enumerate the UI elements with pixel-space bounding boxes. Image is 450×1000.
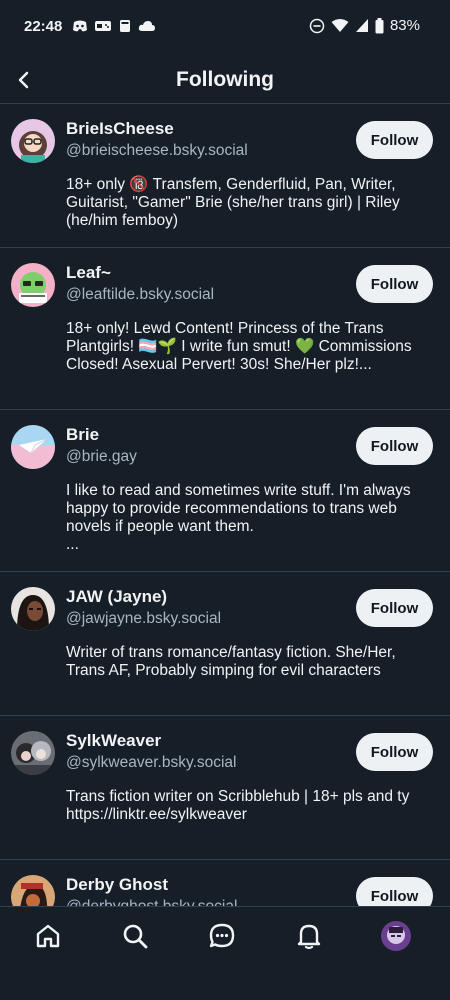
- follow-button[interactable]: Follow: [356, 121, 433, 159]
- controller-icon: [95, 21, 111, 31]
- page-title: Following: [176, 68, 274, 91]
- user-display-name[interactable]: Brie: [66, 425, 99, 445]
- follow-row[interactable]: SylkWeaver @sylkweaver.bsky.social Follo…: [0, 716, 450, 860]
- following-list: BrieIsCheese @brieischeese.bsky.social F…: [0, 104, 450, 906]
- status-system-icons: 83%: [309, 17, 420, 34]
- user-handle: @derbyghost.bsky.social: [66, 898, 237, 906]
- nav-home[interactable]: [33, 921, 63, 951]
- avatar[interactable]: [11, 731, 55, 775]
- cloud-icon: [138, 21, 155, 31]
- nav-chat[interactable]: [207, 921, 237, 951]
- chat-icon: [209, 923, 235, 948]
- user-display-name[interactable]: Derby Ghost: [66, 875, 168, 895]
- follow-button[interactable]: Follow: [356, 427, 433, 465]
- home-icon: [36, 924, 60, 948]
- user-bio: I like to read and sometimes write stuff…: [66, 482, 411, 553]
- dnd-icon: [309, 18, 325, 33]
- user-handle: @brieischeese.bsky.social: [66, 142, 248, 159]
- gesture-area: [0, 970, 450, 1000]
- profile-avatar[interactable]: [381, 921, 411, 951]
- book-icon: [120, 20, 130, 32]
- user-display-name[interactable]: BrieIsCheese: [66, 119, 174, 139]
- avatar[interactable]: [11, 119, 55, 163]
- follow-button[interactable]: Follow: [356, 265, 433, 303]
- avatar[interactable]: [11, 425, 55, 469]
- user-bio: 18+ only! Lewd Content! Princess of the …: [66, 320, 412, 373]
- follow-row[interactable]: Brie @brie.gay Follow I like to read and…: [0, 410, 450, 572]
- user-handle: @sylkweaver.bsky.social: [66, 754, 237, 771]
- user-display-name[interactable]: SylkWeaver: [66, 731, 161, 751]
- follow-row[interactable]: Leaf~ @leaftilde.bsky.social Follow 18+ …: [0, 248, 450, 410]
- user-display-name[interactable]: JAW (Jayne): [66, 587, 167, 607]
- user-handle: @brie.gay: [66, 448, 137, 465]
- status-notification-icons: [72, 19, 156, 33]
- user-bio: Writer of trans romance/fantasy fiction.…: [66, 644, 396, 679]
- follow-button[interactable]: Follow: [356, 733, 433, 771]
- follow-row[interactable]: JAW (Jayne) @jawjayne.bsky.social Follow…: [0, 572, 450, 716]
- battery-percentage: 83%: [389, 17, 420, 34]
- bottom-nav: [0, 906, 450, 970]
- avatar[interactable]: [11, 875, 55, 906]
- avatar[interactable]: [11, 587, 55, 631]
- battery-icon: [375, 17, 384, 33]
- user-handle: @leaftilde.bsky.social: [66, 286, 215, 303]
- user-bio: Trans fiction writer on Scribblehub | 18…: [66, 788, 410, 823]
- avatar[interactable]: [11, 263, 55, 307]
- follow-row[interactable]: Derby Ghost @derbyghost.bsky.social Foll…: [0, 860, 450, 906]
- follow-row[interactable]: BrieIsCheese @brieischeese.bsky.social F…: [0, 104, 450, 248]
- user-display-name[interactable]: Leaf~: [66, 263, 111, 283]
- user-handle: @jawjayne.bsky.social: [66, 610, 222, 627]
- nav-notifications[interactable]: [294, 921, 324, 951]
- notifications-icon: [297, 924, 321, 950]
- discord-icon: [73, 20, 87, 32]
- follow-button[interactable]: Follow: [356, 589, 433, 627]
- wifi-icon: [331, 19, 349, 32]
- status-bar: 22:48 83%: [0, 0, 450, 56]
- status-time: 22:48: [24, 18, 63, 35]
- follow-button[interactable]: Follow: [356, 877, 433, 906]
- nav-search[interactable]: [120, 921, 150, 951]
- page-header: Following: [0, 56, 450, 104]
- user-bio: 18+ only 🔞 Transfem, Genderfluid, Pan, W…: [66, 176, 400, 229]
- signal-icon: [355, 19, 368, 32]
- search-icon: [123, 924, 148, 949]
